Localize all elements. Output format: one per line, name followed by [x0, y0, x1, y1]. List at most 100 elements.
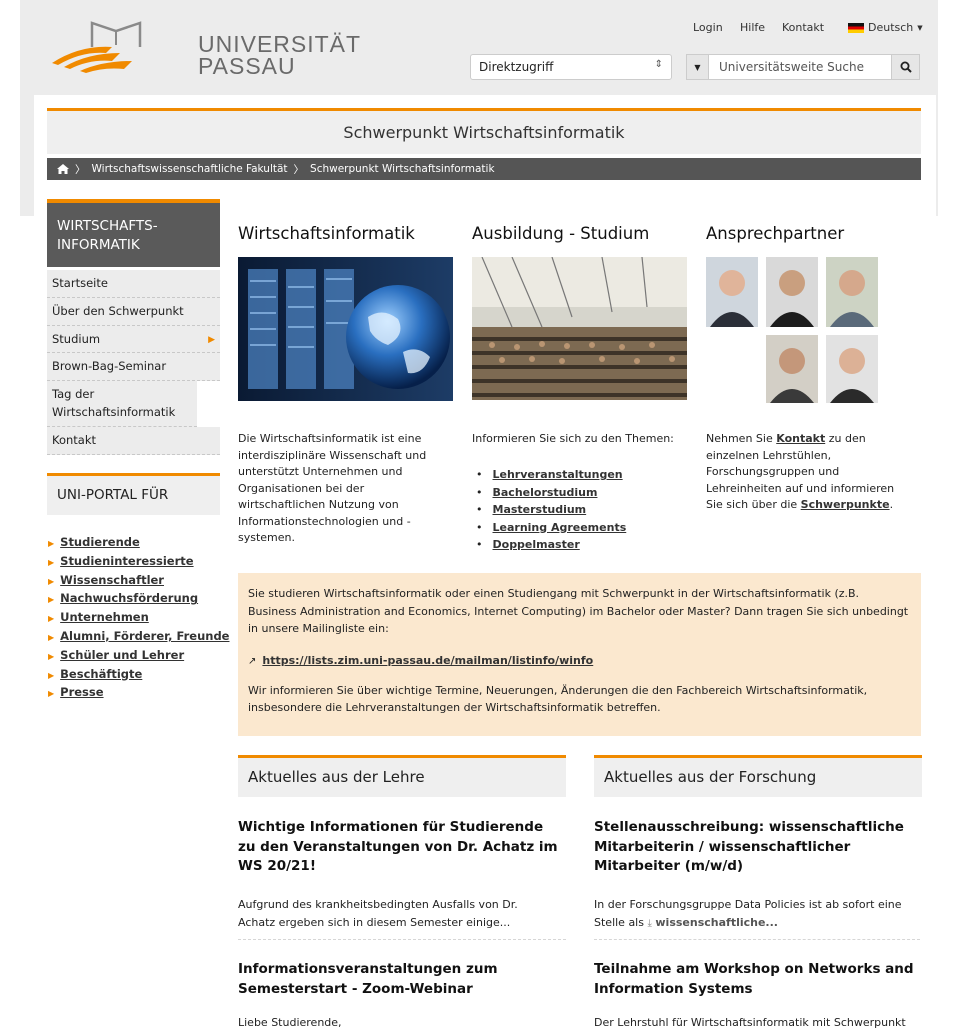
topic-link[interactable]: Masterstudium [493, 503, 587, 516]
ansprechpartner-heading: Ansprechpartner [706, 224, 845, 243]
server-globe-image [238, 257, 453, 401]
sidebar-title-line1: WIRTSCHAFTS- [57, 218, 158, 234]
list-item: Doppelmaster [472, 536, 626, 554]
search-icon [900, 61, 912, 73]
external-link-icon: ↗ [248, 655, 257, 667]
sidebar-item-startseite[interactable]: Startseite [47, 270, 220, 298]
news-research-heading: Aktuelles aus der Forschung [594, 755, 922, 797]
lecture-hall-image [472, 256, 687, 400]
sidebar-item-ueber[interactable]: Über den Schwerpunkt [47, 297, 220, 326]
triangle-right-icon: ▶ [48, 614, 55, 624]
triangle-right-icon: ▶ [48, 539, 55, 548]
sidebar-menu: Startseite Über den Schwerpunkt Studium ▶… [47, 270, 220, 455]
portal-link[interactable]: Alumni, Förderer, Freunde [60, 629, 229, 643]
schwerpunkte-link[interactable]: Schwerpunkte [801, 498, 890, 511]
topic-link[interactable]: Doppelmaster [493, 538, 580, 551]
news-teaching-text-1: Aufgrund des krankheitsbedingten Ausfall… [238, 898, 518, 929]
contact-link[interactable]: Kontakt [782, 21, 824, 34]
portal-link[interactable]: Unternehmen [60, 610, 149, 624]
divider [238, 939, 566, 940]
news-teaching-title-1[interactable]: Wichtige Informationen für Studierende z… [238, 818, 558, 877]
portal-link[interactable]: Studierende [60, 535, 140, 549]
breadcrumb-item-faculty[interactable]: Wirtschaftswissenschaftliche Fakultät [92, 163, 288, 175]
news-research-text-1: In der Forschungsgruppe Data Policies is… [594, 896, 920, 932]
triangle-right-icon: ▶ [48, 632, 55, 642]
topic-link[interactable]: Bachelorstudium [493, 486, 598, 499]
contact-text-a: Nehmen Sie [706, 432, 773, 445]
search-input[interactable]: Universitätsweite Suche [709, 55, 891, 79]
top-bar: UNIVERSITÄT PASSAU Login Hilfe Kontakt D… [0, 0, 958, 95]
language-selector[interactable]: Deutsch ▼ [848, 21, 923, 34]
home-icon[interactable] [57, 164, 69, 174]
sidebar-item-kontakt[interactable]: Kontakt [47, 426, 220, 455]
list-item: ▶ Nachwuchsförderung [48, 590, 229, 609]
logo-mark-icon [52, 21, 142, 73]
news-research-link-1[interactable]: wissenschaftliche... [655, 916, 778, 929]
caret-down-icon: ▼ [694, 62, 701, 72]
contact-persons-image [706, 257, 878, 403]
language-label: Deutsch [868, 21, 914, 34]
portal-link[interactable]: Schüler und Lehrer [60, 648, 184, 662]
list-item: ▶ Schüler und Lehrer [48, 647, 229, 666]
wirtschaftsinformatik-text: Die Wirtschaftsinformatik ist eine inter… [238, 432, 427, 544]
notice-link-row: ↗ https://lists.zim.uni-passau.de/mailman… [248, 652, 911, 670]
list-item: ▶ Wissenschaftler [48, 572, 229, 591]
breadcrumb-separator-icon: 〉 [293, 163, 305, 176]
portal-link[interactable]: Presse [60, 685, 103, 699]
search-bar: ▼ Universitätsweite Suche [686, 54, 920, 80]
sidebar-item-tag[interactable]: Tag der Wirtschaftsinformatik [47, 381, 197, 427]
news-teaching-text-2: Liebe Studierende, [238, 1016, 342, 1029]
list-item: ▶ Beschäftigte [48, 666, 229, 685]
wirtschaftsinformatik-heading: Wirtschaftsinformatik [238, 224, 415, 243]
sidebar-item-studium[interactable]: Studium ▶ [47, 325, 220, 354]
notice-text-1: Sie studieren Wirtschaftsinformatik oder… [248, 587, 909, 636]
sidebar-item-brown-bag[interactable]: Brown-Bag-Seminar [47, 353, 220, 382]
help-link[interactable]: Hilfe [740, 21, 765, 34]
page-title: Schwerpunkt Wirtschaftsinformatik [47, 108, 921, 154]
logo-text-passau: PASSAU [198, 53, 296, 79]
list-item: ▶ Alumni, Förderer, Freunde [48, 628, 229, 647]
news-teaching-title-2[interactable]: Informationsveranstaltungen zum Semester… [238, 960, 558, 999]
news-teaching-heading: Aktuelles aus der Lehre [238, 755, 566, 797]
topic-link[interactable]: Lehrveranstaltungen [493, 468, 623, 481]
portal-link[interactable]: Wissenschaftler [60, 573, 164, 587]
university-logo[interactable]: UNIVERSITÄT PASSAU [50, 17, 360, 79]
topic-link[interactable]: Learning Agreements [493, 521, 627, 534]
select-arrows-icon: ⇕ [654, 59, 663, 70]
list-item: ▶ Studieninteressierte [48, 553, 229, 572]
mailing-list-link[interactable]: https://lists.zim.uni-passau.de/mailman/… [262, 654, 593, 667]
caret-down-icon: ▼ [917, 23, 923, 32]
portal-link[interactable]: Studieninteressierte [60, 554, 193, 568]
list-item: Learning Agreements [472, 519, 627, 537]
news-research-title-2[interactable]: Teilnahme am Workshop on Networks and In… [594, 960, 920, 999]
list-item: ▶ Presse [48, 684, 229, 703]
divider [594, 939, 920, 940]
login-link[interactable]: Login [693, 21, 723, 34]
topics-list: Lehrveranstaltungen Bachelorstudium Mast… [472, 466, 627, 554]
news-research-title-1[interactable]: Stellenausschreibung: wissenschaftliche … [594, 818, 920, 877]
mailing-list-notice: Sie studieren Wirtschaftsinformatik oder… [238, 573, 921, 736]
triangle-right-icon: ▶ [48, 670, 55, 680]
breadcrumb: 〉 Wirtschaftswissenschaftliche Fakultät … [47, 158, 921, 180]
themes-intro: Informieren Sie sich zu den Themen: [472, 432, 674, 445]
search-scope-dropdown[interactable]: ▼ [687, 55, 709, 79]
portal-list: ▶ Studierende ▶ Studieninteressierte ▶ Wiss… [48, 534, 229, 703]
triangle-right-icon: ▶ [48, 595, 55, 605]
kontakt-link[interactable]: Kontakt [776, 432, 825, 445]
list-item: Bachelorstudium [472, 484, 626, 502]
list-item: ▶ Unternehmen [48, 609, 229, 628]
triangle-right-icon: ▶ [48, 651, 55, 661]
ausbildung-heading: Ausbildung - Studium [472, 224, 650, 243]
list-item: Masterstudium [472, 501, 626, 519]
breadcrumb-separator-icon: 〉 [75, 163, 86, 176]
contact-text-c: . [889, 498, 894, 511]
quick-access-select[interactable]: Direktzugriff ⇕ [470, 54, 672, 80]
notice-text-2: Wir informieren Sie über wichtige Termin… [248, 683, 868, 715]
chevron-right-icon: ▶ [208, 334, 215, 345]
portal-link[interactable]: Nachwuchsförderung [60, 591, 198, 605]
triangle-right-icon: ▶ [48, 576, 55, 586]
news-research-text-2: Der Lehrstuhl für Wirtschaftsinformatik … [594, 1016, 906, 1029]
quick-access-value: Direktzugriff [479, 60, 554, 74]
portal-link[interactable]: Beschäftigte [60, 667, 142, 681]
search-button[interactable] [891, 55, 919, 79]
